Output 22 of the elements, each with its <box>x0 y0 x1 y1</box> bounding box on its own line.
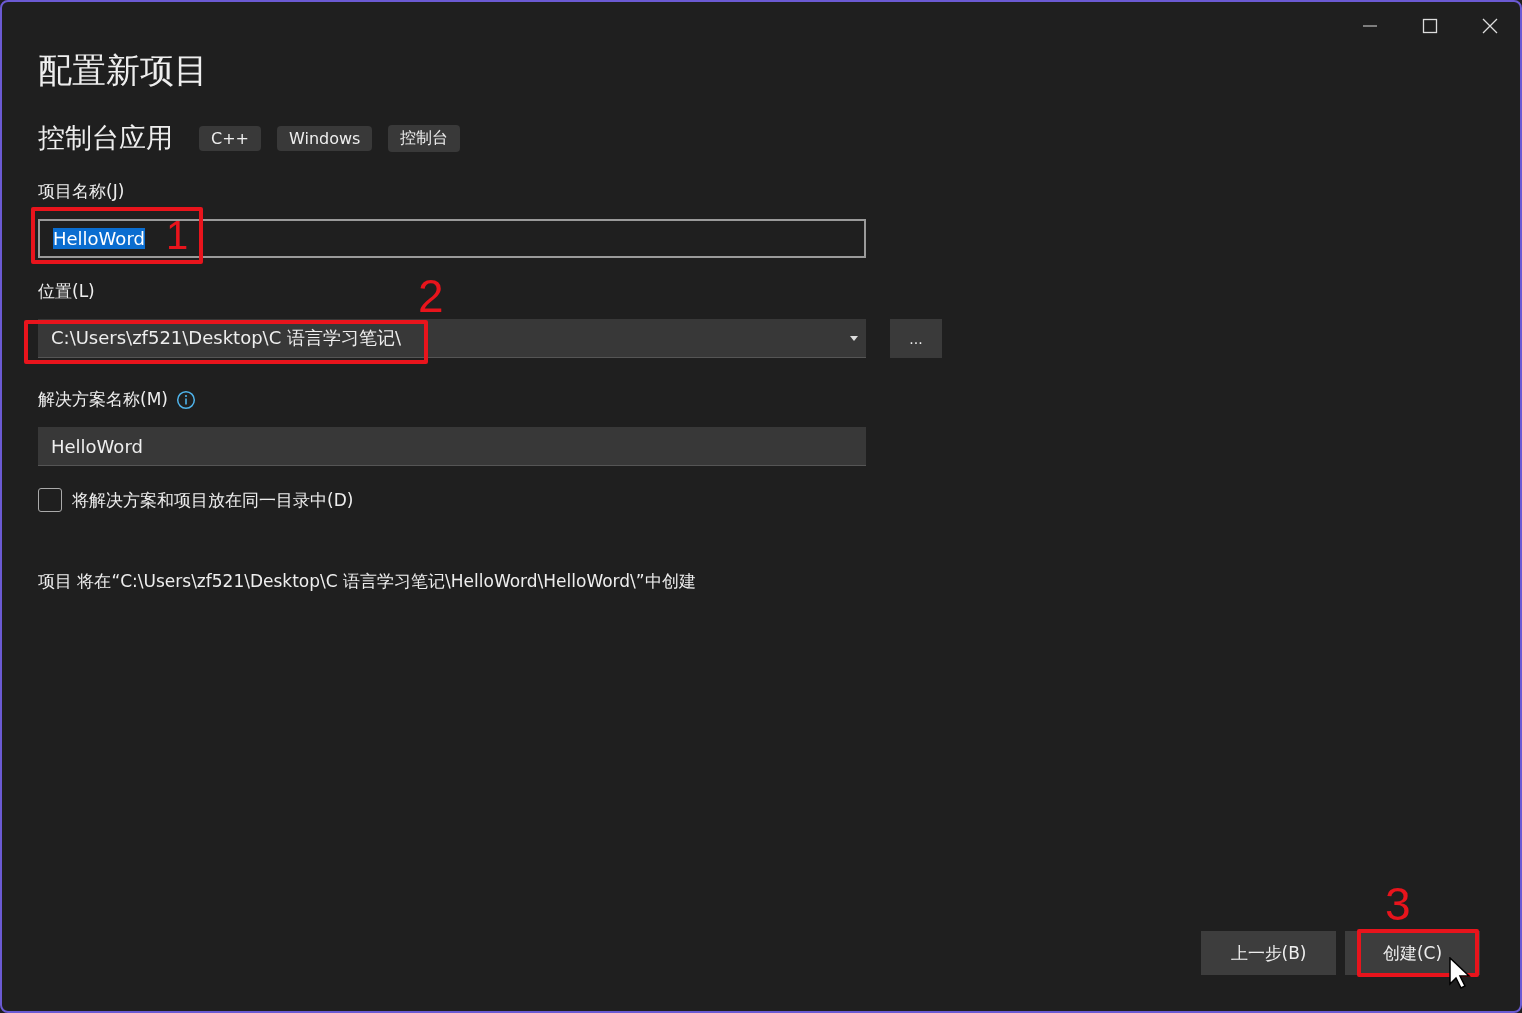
template-tag: Windows <box>277 125 373 151</box>
caret-icon[interactable] <box>850 335 858 341</box>
checkbox-label: 将解决方案和项目放在同一目录中(D) <box>72 488 354 512</box>
template-name: 控制台应用 <box>38 121 173 155</box>
template-tag: C++ <box>199 125 261 151</box>
window-title: 配置新项目 <box>38 49 209 92</box>
field-label: 项目名称(J) <box>38 180 125 203</box>
template-tag: 控制台 <box>388 124 461 152</box>
checkbox[interactable] <box>38 488 62 512</box>
cursor-icon <box>1449 957 1471 989</box>
dialog-button[interactable]: 上一步(B) <box>1201 931 1336 975</box>
close-icon[interactable] <box>1482 18 1498 34</box>
summary-text: 项目 将在“C:\Users\zf521\Desktop\C 语言学习笔记\HelloWord\HelloWord\”中创建 <box>38 570 697 593</box>
location-dropdown[interactable]: C:\Users\zf521\Desktop\C 语言学习笔记\ <box>38 319 866 358</box>
field-label: 位置(L) <box>38 280 95 303</box>
solution-name-field[interactable]: HelloWord <box>38 427 866 466</box>
maximize-icon[interactable] <box>1422 18 1438 34</box>
info-icon[interactable] <box>175 389 196 410</box>
field-label: 解决方案名称(M) <box>38 388 168 411</box>
annotation-number: 3 <box>1385 881 1411 927</box>
browse-button[interactable]: ... <box>890 319 942 358</box>
annotation-number: 2 <box>418 273 444 319</box>
